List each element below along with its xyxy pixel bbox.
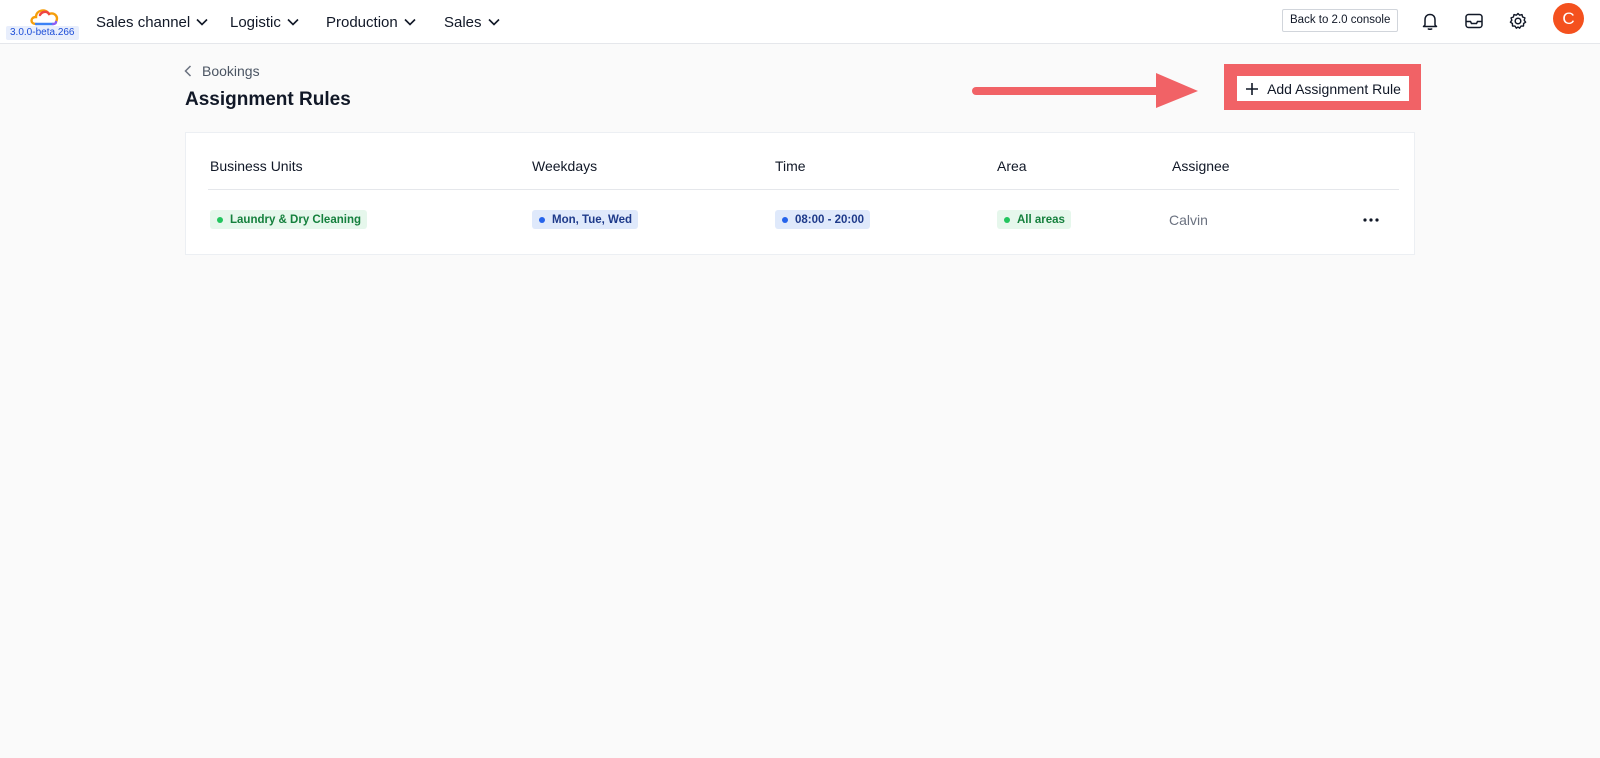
- page-title: Assignment Rules: [185, 89, 351, 110]
- tag-label: Laundry & Dry Cleaning: [230, 213, 361, 226]
- nav-logistic[interactable]: Logistic: [230, 12, 299, 32]
- back-to-console-button[interactable]: Back to 2.0 console: [1282, 9, 1399, 32]
- nav-sales-channel[interactable]: Sales channel: [96, 12, 208, 32]
- assignment-rules-table: Business Units Weekdays Time Area Assign…: [185, 132, 1415, 255]
- chevron-down-icon: [287, 18, 299, 26]
- status-dot-icon: [217, 216, 223, 223]
- add-assignment-rule-button[interactable]: Add Assignment Rule: [1237, 76, 1409, 101]
- tag-label: Mon, Tue, Wed: [552, 213, 633, 226]
- tag-label: All areas: [1017, 213, 1065, 226]
- status-dot-icon: [782, 216, 788, 223]
- column-header-area: Area: [997, 158, 1027, 174]
- app-logo[interactable]: 3.0.0-beta.266: [6, 6, 82, 42]
- nav-production[interactable]: Production: [326, 12, 416, 32]
- weekdays-tag: Mon, Tue, Wed: [532, 210, 639, 229]
- cloud-logo-icon: [30, 9, 59, 26]
- chevron-down-icon: [196, 18, 208, 26]
- column-header-business-units: Business Units: [210, 158, 303, 174]
- header-divider: [208, 189, 1399, 190]
- time-tag: 08:00 - 20:00: [775, 210, 871, 229]
- assignee-name: Calvin: [1169, 212, 1208, 228]
- tag-label: 08:00 - 20:00: [795, 213, 865, 226]
- column-header-weekdays: Weekdays: [532, 158, 598, 174]
- add-button-label: Add Assignment Rule: [1267, 80, 1401, 97]
- nav-label: Sales: [444, 13, 482, 31]
- column-header-time: Time: [775, 158, 806, 174]
- status-dot-icon: [539, 216, 545, 223]
- nav-label: Production: [326, 13, 398, 31]
- gear-icon[interactable]: [1507, 10, 1529, 32]
- breadcrumb-label: Bookings: [202, 63, 260, 79]
- top-bar: 3.0.0-beta.266 Sales channel Logistic Pr…: [0, 0, 1600, 44]
- column-header-assignee: Assignee: [1172, 158, 1230, 174]
- nav-label: Logistic: [230, 13, 281, 31]
- version-badge: 3.0.0-beta.266: [6, 26, 79, 40]
- business-unit-tag: Laundry & Dry Cleaning: [210, 210, 367, 229]
- inbox-icon[interactable]: [1463, 10, 1485, 32]
- breadcrumb-back[interactable]: Bookings: [184, 62, 260, 80]
- chevron-down-icon: [487, 18, 500, 26]
- row-actions-button[interactable]: [1360, 210, 1382, 230]
- nav-sales[interactable]: Sales: [444, 12, 500, 32]
- nav-label: Sales channel: [96, 13, 191, 31]
- more-horizontal-icon: [1363, 218, 1379, 222]
- annotation-arrow-icon: [972, 73, 1198, 108]
- area-tag: All areas: [997, 210, 1071, 229]
- user-avatar[interactable]: C: [1553, 3, 1584, 34]
- status-dot-icon: [1004, 216, 1010, 223]
- chevron-down-icon: [404, 18, 416, 26]
- bell-icon[interactable]: [1419, 10, 1441, 32]
- plus-icon: [1246, 82, 1259, 95]
- chevron-left-icon: [184, 65, 192, 77]
